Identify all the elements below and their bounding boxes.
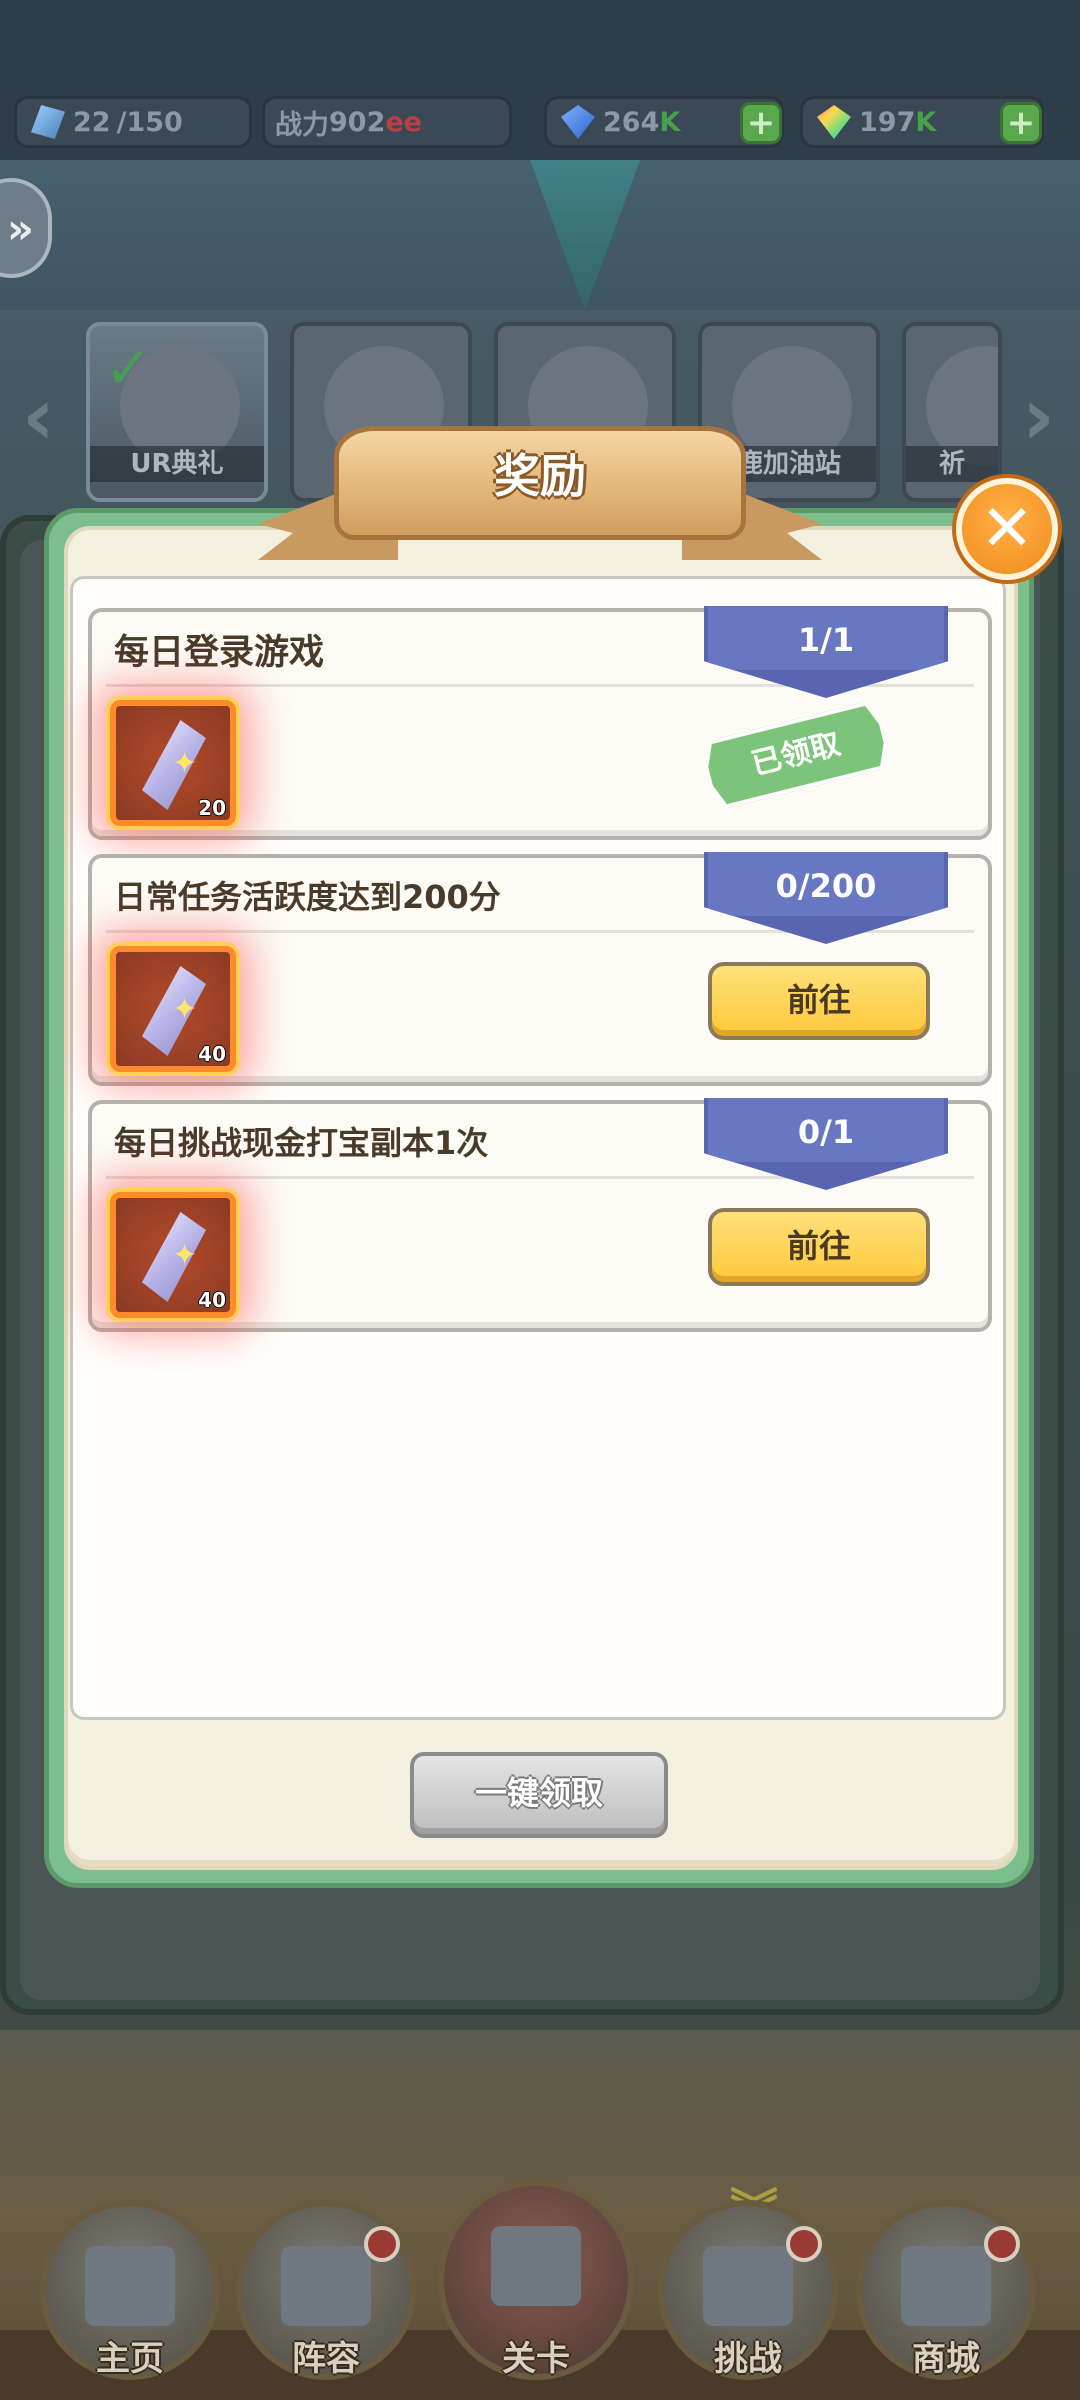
task-progress: 1/1: [797, 621, 855, 659]
go-button[interactable]: 前往: [708, 1208, 930, 1286]
sparkle-icon: ✦: [172, 992, 198, 1027]
task-card-activity: 日常任务活跃度达到200分 0/200 ✦ 40 前往: [88, 852, 992, 1086]
reward-count: 40: [198, 1288, 226, 1312]
task-card-dungeon: 每日挑战现金打宝副本1次 0/1 ✦ 40 前往: [88, 1098, 992, 1332]
reward-item[interactable]: ✦ 40: [110, 946, 236, 1072]
go-button[interactable]: 前往: [708, 962, 930, 1040]
task-title: 每日挑战现金打宝副本1次: [114, 1124, 489, 1162]
reward-count: 20: [198, 796, 226, 820]
task-card-daily-login: 每日登录游戏 1/1 ✦ 20 已领取: [88, 606, 992, 840]
task-title: 每日登录游戏: [114, 633, 325, 673]
task-progress: 0/1: [797, 1113, 855, 1151]
reward-item[interactable]: ✦ 20: [110, 700, 236, 826]
modal-title: 奖励: [494, 449, 586, 503]
claim-all-button[interactable]: 一键领取: [410, 1752, 668, 1838]
task-progress: 0/200: [775, 867, 877, 905]
task-title: 日常任务活跃度达到200分: [114, 878, 501, 916]
reward-count: 40: [198, 1042, 226, 1066]
sparkle-icon: ✦: [172, 746, 198, 781]
reward-item[interactable]: ✦ 40: [110, 1192, 236, 1318]
sparkle-icon: ✦: [172, 1238, 198, 1273]
close-button[interactable]: ✕: [956, 478, 1058, 580]
claimed-badge: 已领取: [698, 699, 893, 811]
close-icon: ✕: [980, 492, 1034, 566]
